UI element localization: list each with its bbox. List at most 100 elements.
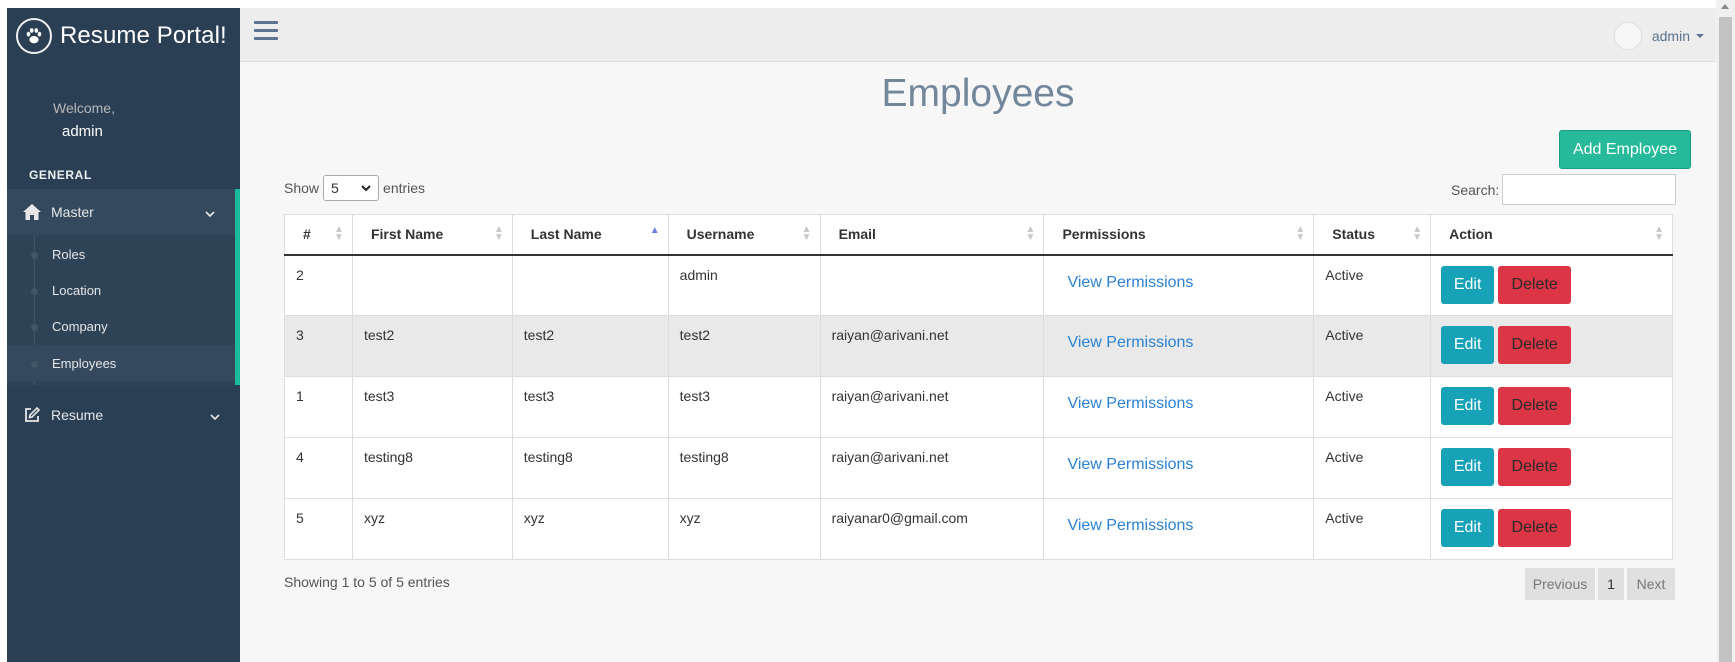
cell-email: raiyanar0@gmail.com xyxy=(819,498,1045,560)
cell-first-name: test3 xyxy=(351,376,513,438)
cell-status: Active xyxy=(1313,437,1432,499)
sort-icon: ▲ ▼ xyxy=(1412,224,1423,243)
cell-email: raiyan@arivani.net xyxy=(819,315,1045,377)
edit-button[interactable]: Edit xyxy=(1441,387,1495,425)
view-permissions-link[interactable]: View Permissions xyxy=(1067,395,1193,412)
cell-username: test2 xyxy=(667,315,821,377)
cell-id: 5 xyxy=(284,498,353,560)
cell-status: Active xyxy=(1313,315,1432,377)
cell-action: Edit Delete xyxy=(1430,437,1673,499)
cell-permissions: View Permissions xyxy=(1043,254,1315,316)
brand[interactable]: Resume Portal! xyxy=(7,8,240,63)
sort-icon: ▲ ▼ xyxy=(1025,224,1036,243)
cell-first-name xyxy=(351,254,513,316)
main-content: Employees Add Employee Show 5 entries Se… xyxy=(240,62,1716,662)
column-header-email[interactable]: Email ▲ ▼ xyxy=(819,214,1045,256)
page-frame: Resume Portal! Welcome, admin GENERAL Ma… xyxy=(0,0,1735,662)
home-icon xyxy=(21,202,43,222)
sidebar-item-employees[interactable]: Employees xyxy=(7,345,235,381)
sidebar-item-label: Master xyxy=(51,204,94,220)
entries-label: entries xyxy=(383,180,426,196)
edit-button[interactable]: Edit xyxy=(1441,326,1495,364)
column-header-id[interactable]: # ▲ ▼ xyxy=(284,214,353,256)
sort-icon: ▲ ▼ xyxy=(334,224,344,243)
delete-button[interactable]: Delete xyxy=(1498,387,1572,425)
page-1-button[interactable]: 1 xyxy=(1598,568,1624,600)
cell-username: admin xyxy=(667,254,821,316)
sidebar-item-label: Roles xyxy=(52,246,86,262)
hamburger-icon[interactable] xyxy=(254,21,278,45)
cell-action: Edit Delete xyxy=(1430,498,1673,560)
cell-email: raiyan@arivani.net xyxy=(819,437,1045,499)
view-permissions-link[interactable]: View Permissions xyxy=(1067,274,1193,291)
edit-button[interactable]: Edit xyxy=(1441,265,1495,304)
column-header-action[interactable]: Action ▲ ▼ xyxy=(1430,214,1673,256)
cell-last-name xyxy=(511,254,669,316)
column-header-status[interactable]: Status ▲ ▼ xyxy=(1313,214,1432,256)
page-length-value: 5 xyxy=(331,180,339,196)
sidebar-item-location[interactable]: Location xyxy=(7,272,235,308)
brand-title: Resume Portal! xyxy=(60,21,227,49)
employees-table: # ▲ ▼ First Name ▲ ▼ Last Name ▲ Username ▲ ▼ E… xyxy=(284,214,1673,560)
column-header-last-name[interactable]: Last Name ▲ xyxy=(511,214,669,256)
table-row: 1 test3 test3 test3 raiyan@arivani.net V… xyxy=(284,376,1673,438)
edit-icon xyxy=(21,405,43,425)
view-permissions-link[interactable]: View Permissions xyxy=(1067,334,1193,351)
view-permissions-link[interactable]: View Permissions xyxy=(1067,517,1193,534)
cell-first-name: test2 xyxy=(351,315,513,377)
search-label: Search: xyxy=(1451,181,1500,198)
sort-icon: ▲ ▼ xyxy=(801,224,812,243)
cell-first-name: xyz xyxy=(351,498,513,560)
column-header-username[interactable]: Username ▲ ▼ xyxy=(667,214,821,256)
page-length-select[interactable]: 5 xyxy=(323,175,380,201)
page-title: Employees xyxy=(881,72,1075,115)
cell-email: raiyan@arivani.net xyxy=(819,376,1045,438)
vertical-scrollbar[interactable] xyxy=(1716,0,1735,662)
user-name: admin xyxy=(1651,28,1690,44)
scroll-up-icon[interactable] xyxy=(1721,4,1729,9)
delete-button[interactable]: Delete xyxy=(1498,326,1572,364)
sidebar-item-master[interactable]: Master xyxy=(7,189,240,235)
bullet-icon xyxy=(31,324,38,331)
show-entries: Show 5 entries xyxy=(284,175,425,201)
caret-down-icon xyxy=(1696,34,1704,38)
bullet-icon xyxy=(31,252,38,259)
cell-last-name: test2 xyxy=(511,315,669,377)
sidebar-item-label: Employees xyxy=(52,355,117,371)
table-header-row: # ▲ ▼ First Name ▲ ▼ Last Name ▲ Username ▲ ▼ E… xyxy=(284,214,1673,256)
column-header-first-name[interactable]: First Name ▲ ▼ xyxy=(351,214,513,256)
next-button[interactable]: Next xyxy=(1627,568,1675,600)
cell-username: test3 xyxy=(667,376,821,438)
sort-icon: ▲ ▼ xyxy=(1654,224,1664,243)
cell-status: Active xyxy=(1313,376,1432,438)
sidebar-item-label: Location xyxy=(52,282,102,298)
view-permissions-link[interactable]: View Permissions xyxy=(1067,456,1193,473)
column-header-permissions[interactable]: Permissions ▲ ▼ xyxy=(1043,214,1315,256)
edit-button[interactable]: Edit xyxy=(1441,448,1495,486)
avatar xyxy=(1613,22,1642,50)
cell-first-name: testing8 xyxy=(351,437,513,499)
search-input[interactable] xyxy=(1502,174,1677,205)
scrollbar-thumb[interactable] xyxy=(1719,17,1732,662)
cell-permissions: View Permissions xyxy=(1043,437,1315,499)
top-navbar: admin xyxy=(240,8,1716,62)
delete-button[interactable]: Delete xyxy=(1498,509,1572,547)
sidebar-item-company[interactable]: Company xyxy=(7,308,235,344)
user-menu[interactable]: admin xyxy=(1613,22,1704,50)
delete-button[interactable]: Delete xyxy=(1498,265,1572,304)
welcome-name: admin xyxy=(62,123,103,140)
cell-email xyxy=(819,254,1045,316)
cell-status: Active xyxy=(1313,254,1432,316)
sidebar: Resume Portal! Welcome, admin GENERAL Ma… xyxy=(7,8,240,662)
sidebar-item-roles[interactable]: Roles xyxy=(7,236,235,272)
delete-button[interactable]: Delete xyxy=(1498,448,1572,486)
sidebar-item-resume[interactable]: Resume xyxy=(7,392,240,438)
master-submenu: Roles Location Company Employees xyxy=(7,235,240,385)
cell-action: Edit Delete xyxy=(1430,315,1673,377)
chevron-down-icon xyxy=(210,408,220,424)
previous-button[interactable]: Previous xyxy=(1525,568,1595,600)
cell-id: 3 xyxy=(284,315,353,377)
edit-button[interactable]: Edit xyxy=(1441,509,1495,547)
cell-permissions: View Permissions xyxy=(1043,498,1315,560)
add-employee-button[interactable]: Add Employee xyxy=(1559,130,1691,169)
